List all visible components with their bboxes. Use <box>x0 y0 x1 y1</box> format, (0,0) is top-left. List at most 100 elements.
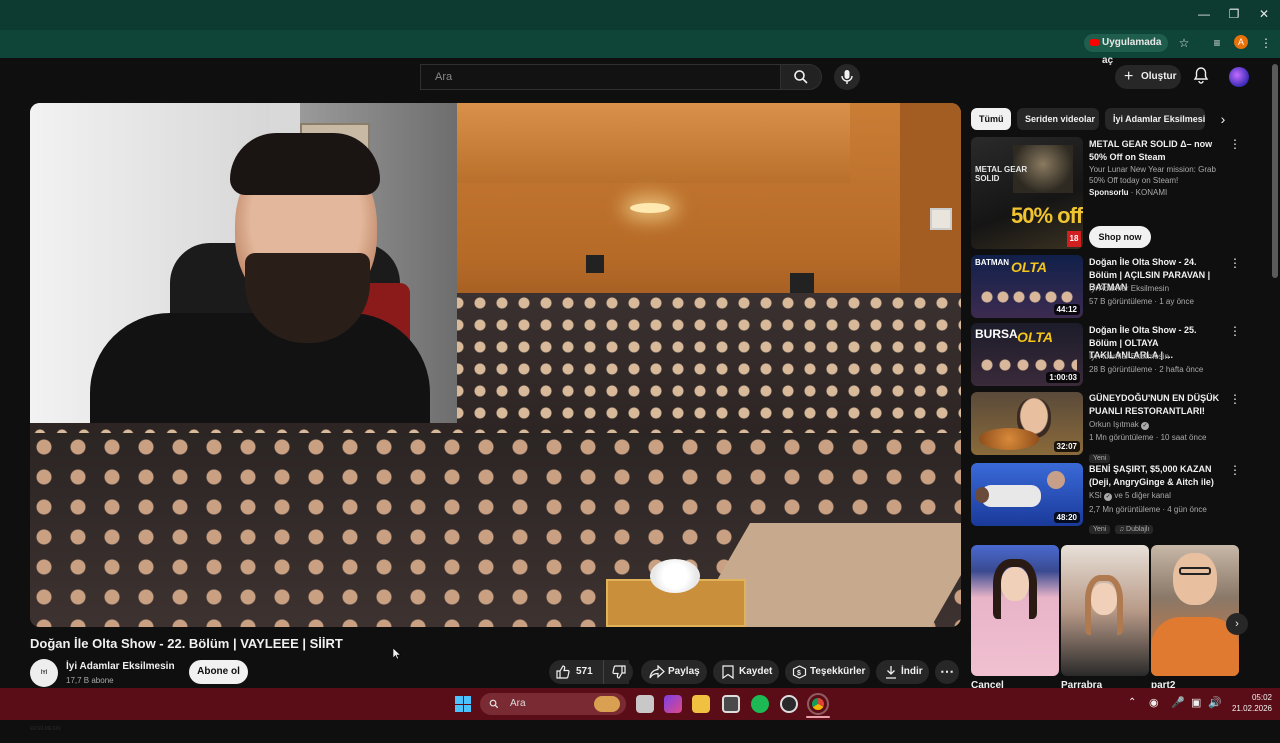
dislike-button[interactable] <box>603 660 633 684</box>
channel-name[interactable]: İyi Adamlar Eksilmesin <box>66 661 175 672</box>
taskbar-search-label: Ara <box>510 698 526 709</box>
bookmark-star-icon[interactable]: ☆ <box>1175 34 1193 52</box>
chip-all[interactable]: Tümü <box>971 108 1011 130</box>
spotify-icon[interactable] <box>751 695 769 713</box>
browser-menu-icon[interactable]: ⋮ <box>1257 34 1275 52</box>
search-input[interactable]: Ara <box>420 64 780 90</box>
browser-profile-avatar[interactable]: A <box>1234 35 1248 49</box>
share-icon <box>649 665 665 679</box>
channel-extra: ve 5 diğer kanal <box>1114 491 1171 500</box>
thumb-face <box>1173 553 1217 605</box>
microsoft-365-icon[interactable] <box>664 695 682 713</box>
video-title[interactable]: GÜNEYDOĞU'NUN EN DÜŞÜK PUANLI RESTORANTL… <box>1089 392 1224 417</box>
display-icon[interactable]: ▣ <box>1191 696 1201 709</box>
shop-now-button[interactable]: Shop now <box>1089 226 1151 248</box>
search-highlight-icon <box>594 696 620 712</box>
olta-logo: OLTA <box>1017 329 1054 345</box>
ad-thumb-game-title: METAL GEAR SOLID <box>975 165 1028 183</box>
short-thumbnail[interactable] <box>971 545 1059 676</box>
thumb-person <box>981 485 1041 507</box>
scrollbar[interactable] <box>1272 64 1278 278</box>
wall-vent <box>930 208 952 230</box>
video-meta: 2,7 Mn görüntüleme · 4 gün önce <box>1089 505 1207 514</box>
file-explorer-icon[interactable] <box>692 695 710 713</box>
video-thumbnail[interactable]: BATMAN OLTA 44:12 <box>971 255 1083 318</box>
ad-title[interactable]: METAL GEAR SOLID Δ– now 50% Off on Steam <box>1089 138 1224 163</box>
video-title[interactable]: BENİ ŞAŞIRT, $5,000 KAZAN (Deji, AngryGi… <box>1089 463 1224 488</box>
microphone-icon[interactable]: 🎤 <box>1171 696 1185 709</box>
microphone-icon <box>841 70 853 84</box>
video-duration: 1:00:03 <box>1046 372 1080 383</box>
verified-icon: ✓ <box>1141 422 1150 430</box>
restore-icon[interactable]: ❐ <box>1224 5 1244 23</box>
plus-icon: + <box>1124 68 1134 85</box>
share-button[interactable]: Paylaş <box>641 660 707 684</box>
dubbed-label: Dublajlı <box>1126 526 1150 533</box>
windows-start-icon[interactable] <box>455 696 471 712</box>
chrome-icon[interactable] <box>807 693 829 715</box>
thumb-face <box>975 487 989 503</box>
channel-avatar[interactable]: İYİ ADAMLAR EKSİLMESİN <box>30 659 61 732</box>
system-clock[interactable]: 05:02 21.02.2026 <box>1222 692 1272 714</box>
video-menu-icon[interactable]: ⋮ <box>1229 464 1241 476</box>
youtube-logo-icon <box>1090 39 1099 46</box>
chevron-up-icon[interactable]: ⌃ <box>1128 697 1136 708</box>
thumb-word: BURSA <box>975 327 1018 341</box>
open-in-app-label: Uygulamada aç <box>1102 37 1162 66</box>
create-button[interactable]: + Oluştur <box>1115 65 1181 89</box>
chevron-right-icon[interactable]: › <box>1214 110 1232 128</box>
voice-search-button[interactable] <box>834 64 860 90</box>
taskbar-search[interactable]: Ara <box>480 693 626 715</box>
speaker <box>790 273 814 295</box>
auditorium-ceiling <box>430 103 850 183</box>
chip-channel[interactable]: İyi Adamlar Eksilmesin <box>1105 108 1205 130</box>
chip-series[interactable]: Seriden videolar <box>1017 108 1099 130</box>
video-thumbnail[interactable]: 32:07 <box>971 392 1083 455</box>
video-meta: 1 Mn görüntüleme · 10 saat önce <box>1089 433 1207 442</box>
thumbs-down-icon <box>612 665 626 679</box>
short-thumbnail[interactable] <box>1151 545 1239 676</box>
ad-menu-icon[interactable]: ⋮ <box>1229 138 1241 150</box>
svg-text:$: $ <box>797 670 801 677</box>
video-duration: 44:12 <box>1053 304 1080 315</box>
video-thumbnail[interactable]: 48:20 <box>971 463 1083 526</box>
ad-thumbnail[interactable]: METAL GEAR SOLID 50% off 18 <box>971 137 1083 249</box>
olta-logo: OLTA <box>1011 259 1048 275</box>
microsoft-store-icon[interactable] <box>722 695 740 713</box>
minimize-icon[interactable]: — <box>1194 5 1214 23</box>
channel-name[interactable]: KSI <box>1089 491 1102 500</box>
super-thanks-icon: $ <box>792 665 807 679</box>
network-icon[interactable]: ◉ <box>1149 696 1159 709</box>
more-actions-icon[interactable]: ⋯ <box>935 660 959 684</box>
download-button[interactable]: İndir <box>876 660 929 684</box>
volume-icon[interactable]: 🔊 <box>1208 696 1222 709</box>
flower-bouquet <box>650 559 700 593</box>
dubbed-badge: ♫ Dublajlı <box>1114 525 1154 534</box>
channel-name[interactable]: Orkun Işıtmak <box>1089 420 1139 429</box>
ad-description: Your Lunar New Year mission: Grab 50% Of… <box>1089 165 1216 185</box>
thanks-button[interactable]: $ Teşekkürler <box>785 660 870 684</box>
video-thumbnail[interactable]: BURSA OLTA 1:00:03 <box>971 323 1083 386</box>
subscribe-button[interactable]: Abone ol <box>189 660 248 684</box>
video-menu-icon[interactable]: ⋮ <box>1229 325 1241 337</box>
thumb-hair <box>1085 575 1123 635</box>
age-rating-badge: 18 <box>1067 231 1081 247</box>
shorts-next-button[interactable]: › <box>1226 613 1248 635</box>
video-meta: 28 B görüntüleme · 2 hafta önce <box>1089 365 1204 374</box>
search-button[interactable] <box>780 64 822 90</box>
video-menu-icon[interactable]: ⋮ <box>1229 393 1241 405</box>
save-label: Kaydet <box>739 666 773 677</box>
save-button[interactable]: Kaydet <box>713 660 779 684</box>
channel-name[interactable]: İyi Adamlar Eksilmesin <box>1089 284 1169 293</box>
user-avatar[interactable] <box>1229 67 1249 87</box>
close-icon[interactable]: ✕ <box>1254 5 1274 23</box>
open-in-app-button[interactable]: Uygulamada aç <box>1084 34 1168 66</box>
channel-name[interactable]: İyi Adamlar Eksilmesin <box>1089 352 1169 361</box>
steam-icon[interactable] <box>780 695 798 713</box>
task-view-icon[interactable] <box>636 695 654 713</box>
video-player[interactable] <box>30 103 961 627</box>
video-menu-icon[interactable]: ⋮ <box>1229 257 1241 269</box>
media-controls-icon[interactable]: ≡ <box>1208 34 1226 52</box>
notifications-button[interactable] <box>1191 66 1211 86</box>
short-thumbnail[interactable] <box>1061 545 1149 676</box>
